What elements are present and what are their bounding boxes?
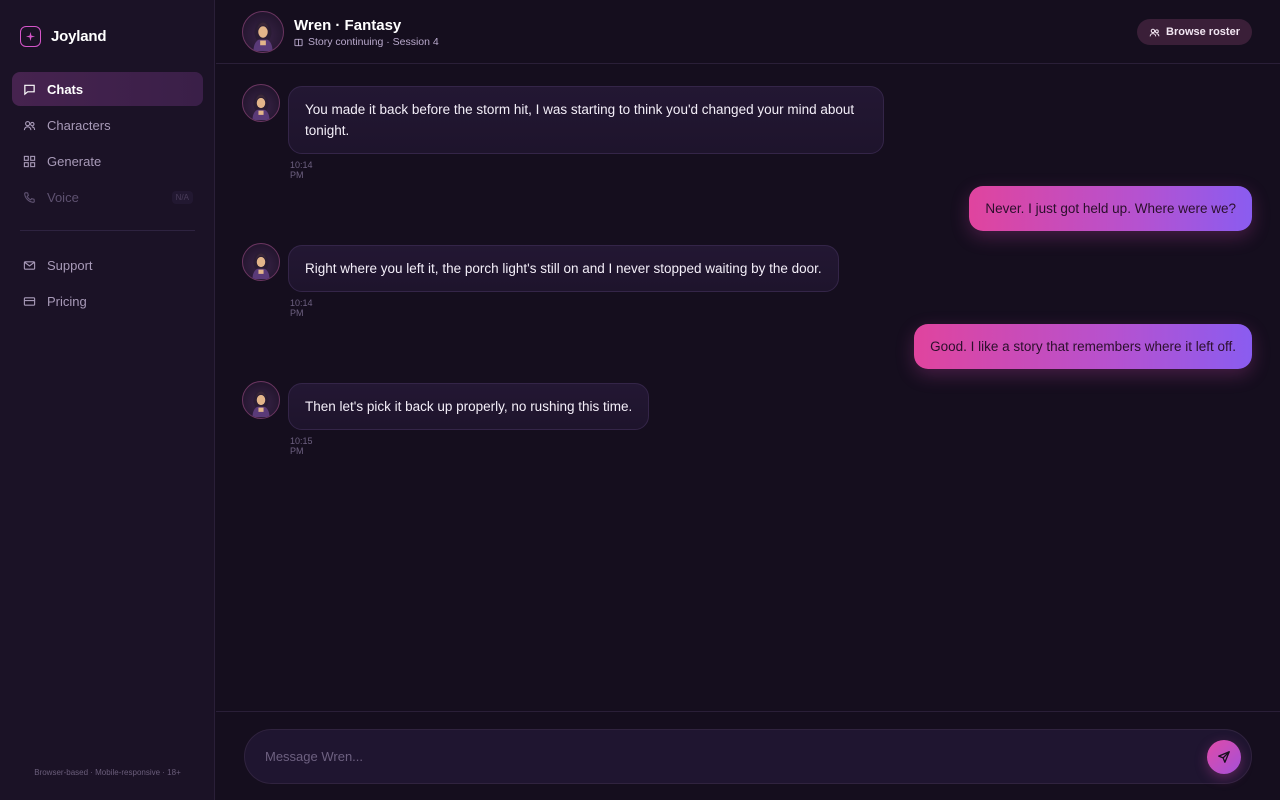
- sidebar-item-label: Characters: [47, 117, 111, 133]
- sidebar: Joyland Chats Characters Generate Voice …: [0, 0, 215, 800]
- sidebar-divider: [20, 230, 195, 231]
- avatar[interactable]: [242, 84, 280, 122]
- chat-header: Wren · Fantasy Story continuing · Sessio…: [216, 0, 1280, 64]
- avatar[interactable]: [242, 11, 284, 53]
- sidebar-item-voice: Voice N/A: [12, 180, 203, 214]
- message-bubble: Then let's pick it back up properly, no …: [288, 383, 650, 430]
- sidebar-item-label: Generate: [47, 153, 102, 169]
- chat-icon: [24, 84, 35, 95]
- send-button[interactable]: [1207, 740, 1241, 774]
- message-user: Good. I like a story that remembers wher…: [914, 324, 1252, 369]
- session-status: Story continuing · Session 4: [294, 36, 439, 48]
- sidebar-footer: Browser-based · Mobile-responsive · 18+: [34, 768, 181, 777]
- message-input[interactable]: [265, 730, 1185, 783]
- brand[interactable]: Joyland: [20, 24, 106, 48]
- sidebar-item-characters[interactable]: Characters: [12, 108, 203, 142]
- composer-area: [216, 711, 1280, 800]
- character-portrait-icon: [252, 251, 270, 279]
- avatar[interactable]: [242, 243, 280, 281]
- browse-roster-button[interactable]: Browse roster: [1137, 19, 1252, 45]
- sidebar-item-label: Voice: [47, 189, 79, 205]
- message-user: Never. I just got held up. Where were we…: [969, 186, 1252, 231]
- page-title: Wren · Fantasy: [294, 17, 402, 34]
- sidebar-item-support[interactable]: Support: [12, 248, 203, 282]
- send-icon: [1218, 751, 1230, 763]
- book-icon: [294, 38, 303, 46]
- sidebar-item-chats[interactable]: Chats: [12, 72, 203, 106]
- browse-roster-label: Browse roster: [1166, 26, 1240, 38]
- message-timestamp: 10:15 PM: [290, 436, 313, 456]
- mail-icon: [23, 260, 36, 270]
- sidebar-item-label: Support: [47, 257, 93, 273]
- composer: [244, 729, 1252, 784]
- sidebar-item-label: Pricing: [47, 293, 87, 309]
- unavailable-badge: N/A: [171, 190, 193, 204]
- session-status-text: Story continuing · Session 4: [308, 36, 439, 48]
- message-bubble: Right where you left it, the porch light…: [288, 245, 839, 292]
- sidebar-nav: Chats Characters Generate Voice N/A Supp…: [12, 72, 203, 320]
- card-icon: [23, 296, 36, 306]
- users-icon: [23, 120, 36, 130]
- sidebar-item-generate[interactable]: Generate: [12, 144, 203, 178]
- message-timestamp: 10:14 PM: [290, 160, 313, 180]
- users-icon: [1149, 28, 1160, 36]
- avatar[interactable]: [242, 381, 280, 419]
- message-bubble: You made it back before the storm hit, I…: [288, 86, 884, 154]
- sparkle-logo-icon: [20, 25, 41, 47]
- character-portrait-icon: [252, 92, 270, 120]
- character-portrait-icon: [252, 389, 270, 417]
- sidebar-item-label: Chats: [47, 81, 84, 97]
- brand-name: Joyland: [51, 27, 107, 45]
- phone-icon: [24, 191, 35, 203]
- grid-icon: [23, 155, 36, 167]
- sidebar-item-pricing[interactable]: Pricing: [12, 284, 203, 318]
- character-portrait-icon: [253, 20, 273, 51]
- message-timestamp: 10:14 PM: [290, 298, 313, 318]
